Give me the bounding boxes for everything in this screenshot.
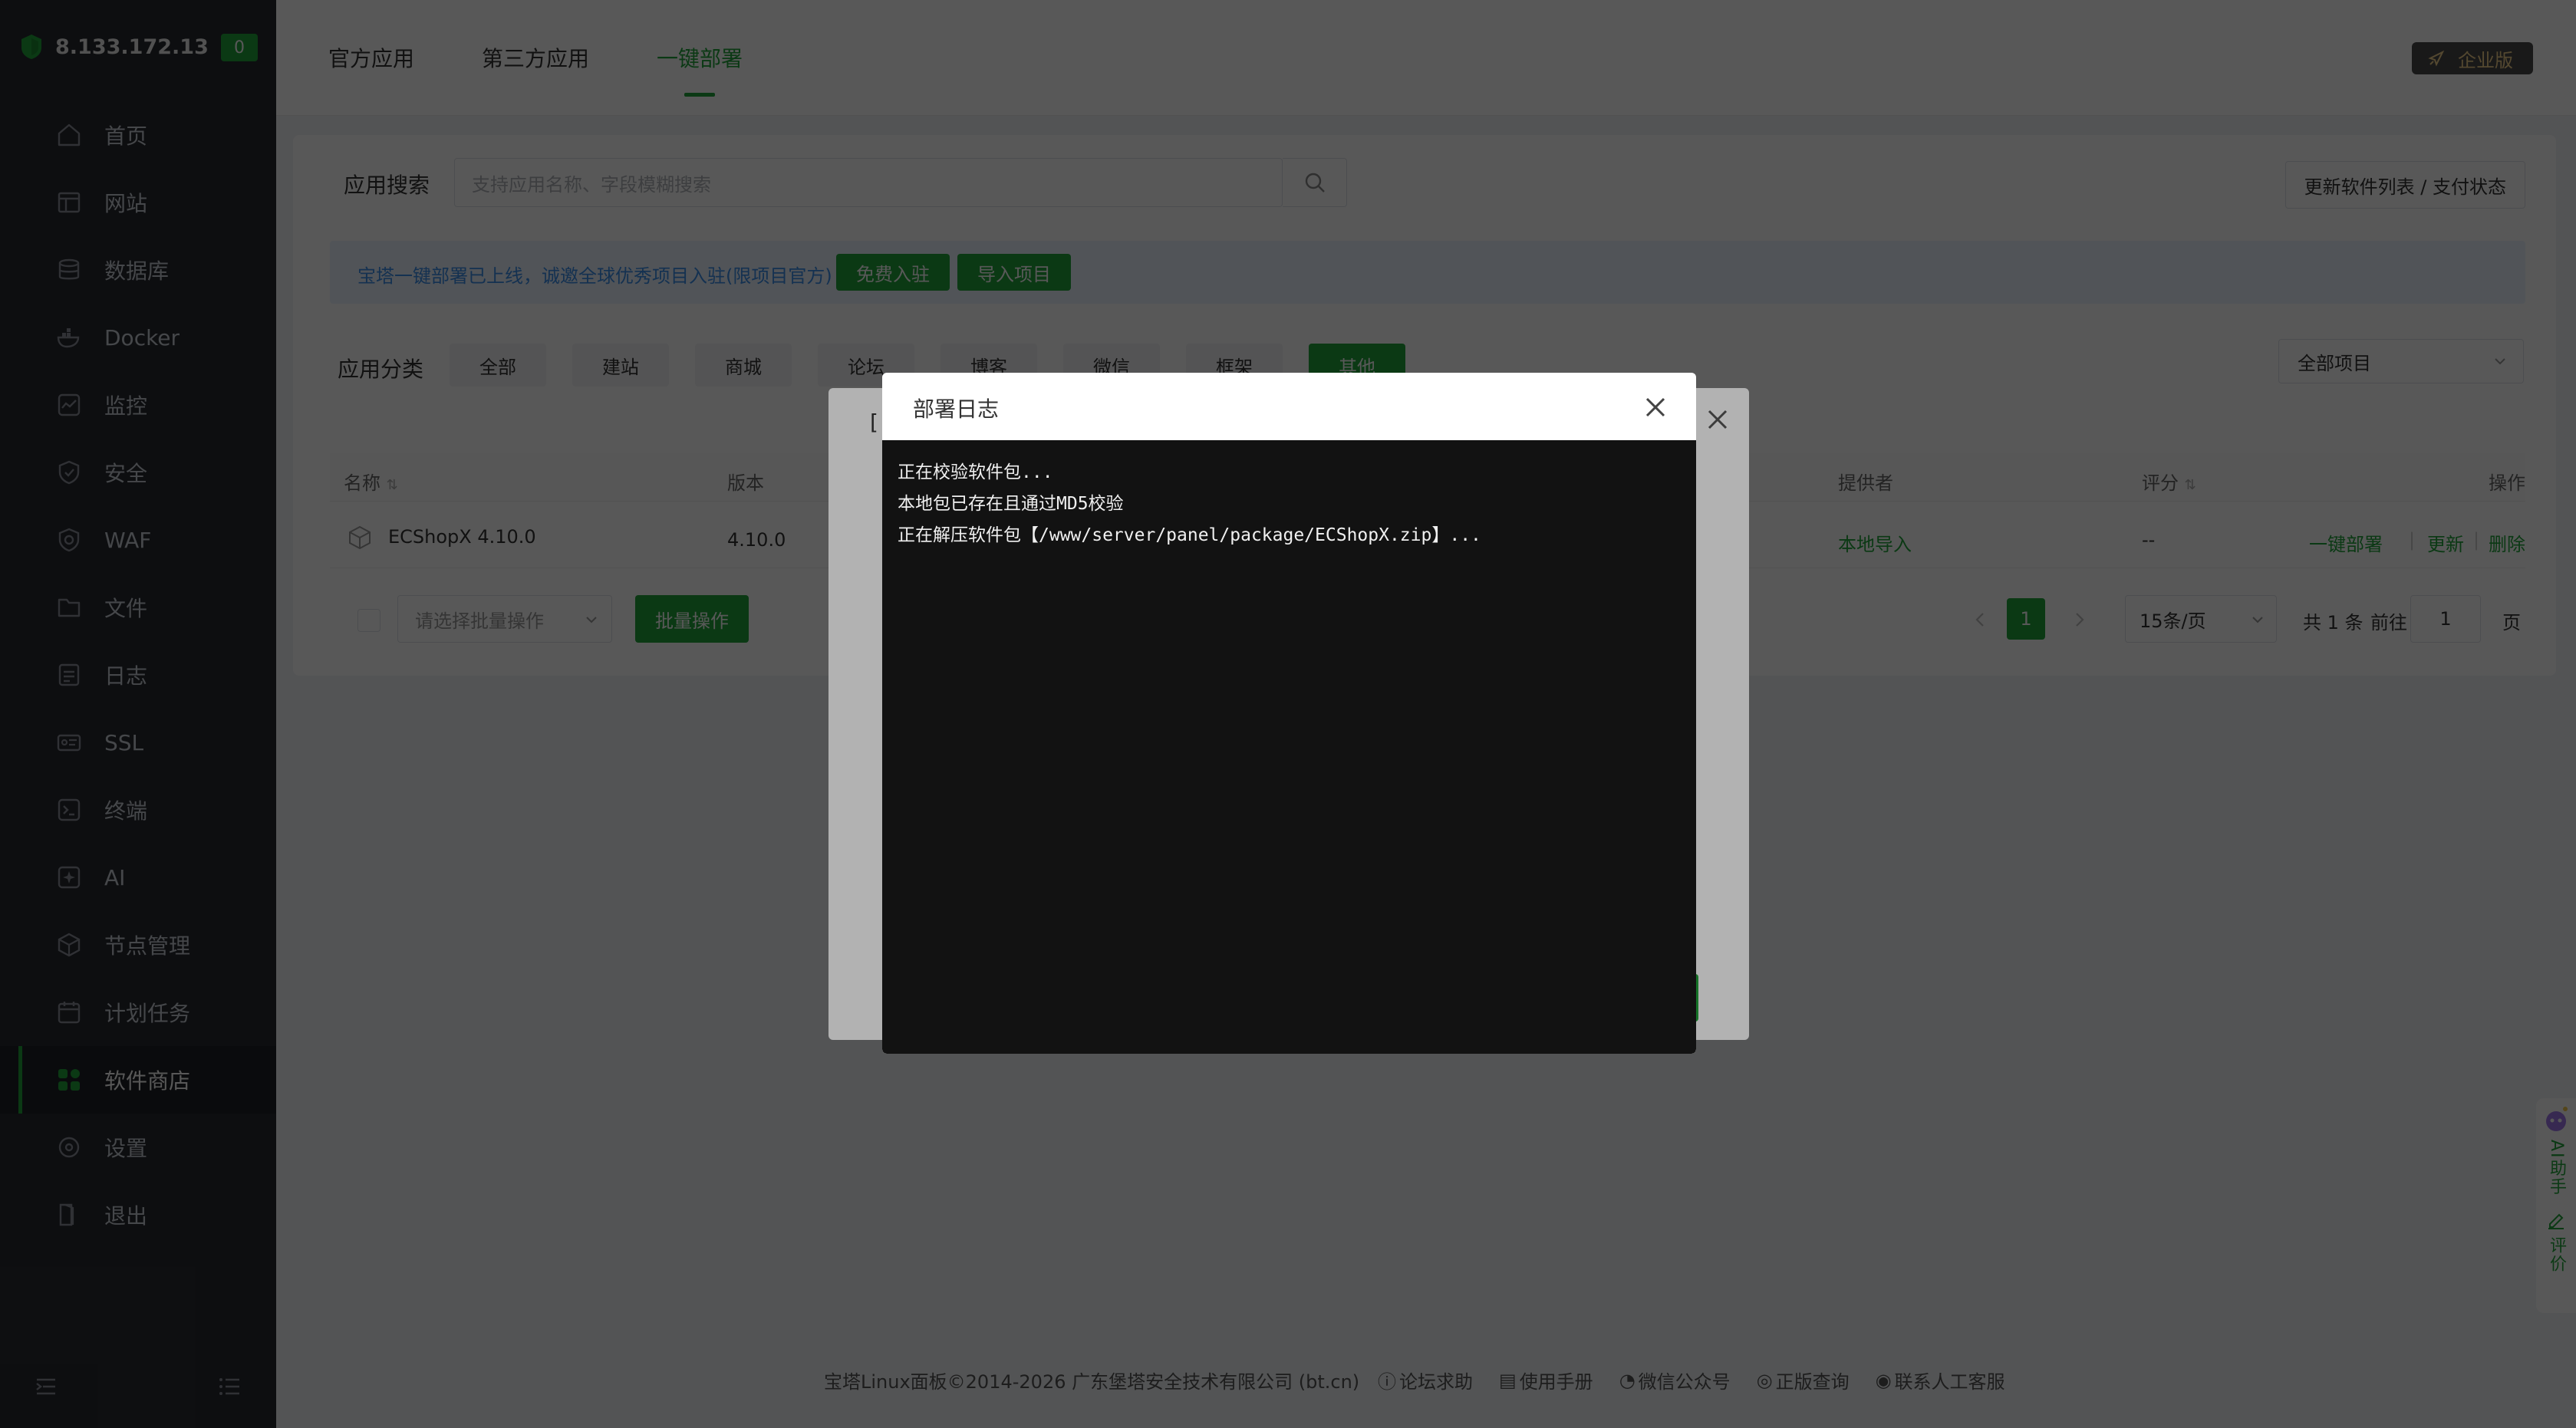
log-dialog-title: 部署日志 <box>913 396 1000 422</box>
log-line: 本地包已存在且通过MD5校验 <box>898 494 1124 514</box>
log-console: 正在校验软件包... 本地包已存在且通过MD5校验 正在解压软件包【/www/s… <box>882 440 1696 1054</box>
log-line: 正在校验软件包... <box>898 462 1053 482</box>
deploy-log-dialog: 部署日志 正在校验软件包... 本地包已存在且通过MD5校验 正在解压软件包【/… <box>882 373 1696 1054</box>
close-icon[interactable] <box>1642 394 1668 420</box>
log-line: 正在解压软件包【/www/server/panel/package/ECShop… <box>898 525 1481 545</box>
